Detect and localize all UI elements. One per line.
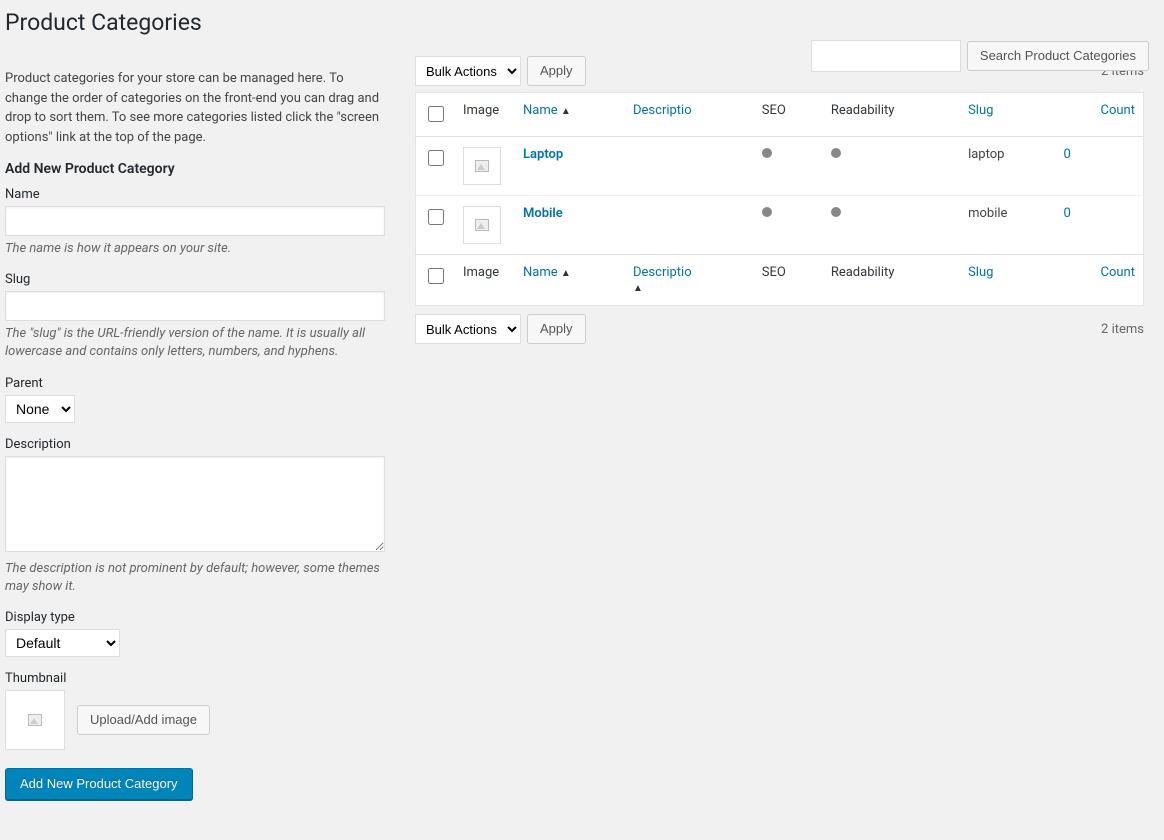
slug-input[interactable] bbox=[5, 291, 385, 321]
col-description[interactable]: Descriptio bbox=[625, 93, 754, 137]
col-seo: SEO bbox=[754, 93, 823, 137]
sort-asc-icon: ▲ bbox=[561, 268, 571, 279]
table-row: Mobile mobile 0 bbox=[416, 196, 1144, 255]
col-description-foot[interactable]: Descriptio▲ bbox=[625, 255, 754, 306]
submit-button[interactable]: Add New Product Category bbox=[5, 768, 193, 800]
col-name[interactable]: Name ▲ bbox=[515, 93, 625, 137]
description-textarea[interactable] bbox=[5, 456, 385, 552]
display-type-label: Display type bbox=[5, 610, 385, 625]
row-checkbox[interactable] bbox=[428, 150, 444, 166]
readability-dot-icon bbox=[831, 207, 841, 217]
col-count-foot[interactable]: Count bbox=[1056, 255, 1144, 306]
row-count-link[interactable]: 0 bbox=[1064, 206, 1071, 221]
select-all-bottom[interactable] bbox=[428, 268, 444, 284]
search-button[interactable]: Search Product Categories bbox=[967, 41, 1149, 71]
placeholder-image-icon bbox=[28, 714, 42, 726]
select-all-top[interactable] bbox=[428, 106, 444, 122]
col-image-foot: Image bbox=[455, 255, 515, 306]
col-image: Image bbox=[455, 93, 515, 137]
seo-dot-icon bbox=[762, 148, 772, 158]
slug-label: Slug bbox=[5, 272, 385, 287]
col-readability: Readability bbox=[823, 93, 960, 137]
col-slug-foot[interactable]: Slug bbox=[960, 255, 1055, 306]
row-slug: mobile bbox=[960, 196, 1055, 255]
page-title: Product Categories bbox=[5, 9, 1144, 36]
placeholder-image-icon bbox=[475, 219, 489, 231]
name-help: The name is how it appears on your site. bbox=[5, 240, 385, 258]
row-checkbox[interactable] bbox=[428, 209, 444, 225]
row-slug: laptop bbox=[960, 137, 1055, 196]
placeholder-image-icon bbox=[475, 160, 489, 172]
col-slug[interactable]: Slug bbox=[960, 93, 1055, 137]
items-count-bottom: 2 items bbox=[1101, 322, 1144, 337]
col-name-foot[interactable]: Name ▲ bbox=[515, 255, 625, 306]
row-name-link[interactable]: Laptop bbox=[523, 147, 563, 162]
search-input[interactable] bbox=[811, 40, 961, 72]
table-row: Laptop laptop 0 bbox=[416, 137, 1144, 196]
bulk-actions-top[interactable]: Bulk Actions bbox=[415, 56, 521, 86]
apply-bottom-button[interactable]: Apply bbox=[527, 314, 586, 344]
bulk-actions-bottom[interactable]: Bulk Actions bbox=[415, 314, 521, 344]
readability-dot-icon bbox=[831, 148, 841, 158]
col-readability-foot: Readability bbox=[823, 255, 960, 306]
intro-text: Product categories for your store can be… bbox=[5, 69, 385, 147]
col-count[interactable]: Count bbox=[1056, 93, 1144, 137]
row-name-link[interactable]: Mobile bbox=[523, 206, 563, 221]
description-label: Description bbox=[5, 437, 385, 452]
thumbnail-preview bbox=[5, 690, 65, 750]
parent-select[interactable]: None bbox=[5, 395, 75, 423]
sort-asc-icon: ▲ bbox=[561, 106, 571, 117]
add-new-heading: Add New Product Category bbox=[5, 161, 385, 177]
sort-asc-icon: ▲ bbox=[633, 283, 643, 294]
apply-top-button[interactable]: Apply bbox=[527, 56, 586, 86]
display-type-select[interactable]: Default bbox=[5, 629, 120, 657]
upload-image-button[interactable]: Upload/Add image bbox=[77, 705, 210, 735]
row-count-link[interactable]: 0 bbox=[1064, 147, 1071, 162]
seo-dot-icon bbox=[762, 207, 772, 217]
name-label: Name bbox=[5, 187, 385, 202]
categories-table: Image Name ▲ Descriptio SEO Readability … bbox=[415, 92, 1144, 306]
col-seo-foot: SEO bbox=[754, 255, 823, 306]
row-thumbnail bbox=[463, 147, 501, 185]
description-help: The description is not prominent by defa… bbox=[5, 560, 385, 596]
slug-help: The "slug" is the URL-friendly version o… bbox=[5, 325, 385, 361]
row-thumbnail bbox=[463, 206, 501, 244]
parent-label: Parent bbox=[5, 376, 385, 391]
thumbnail-label: Thumbnail bbox=[5, 671, 385, 686]
name-input[interactable] bbox=[5, 206, 385, 236]
